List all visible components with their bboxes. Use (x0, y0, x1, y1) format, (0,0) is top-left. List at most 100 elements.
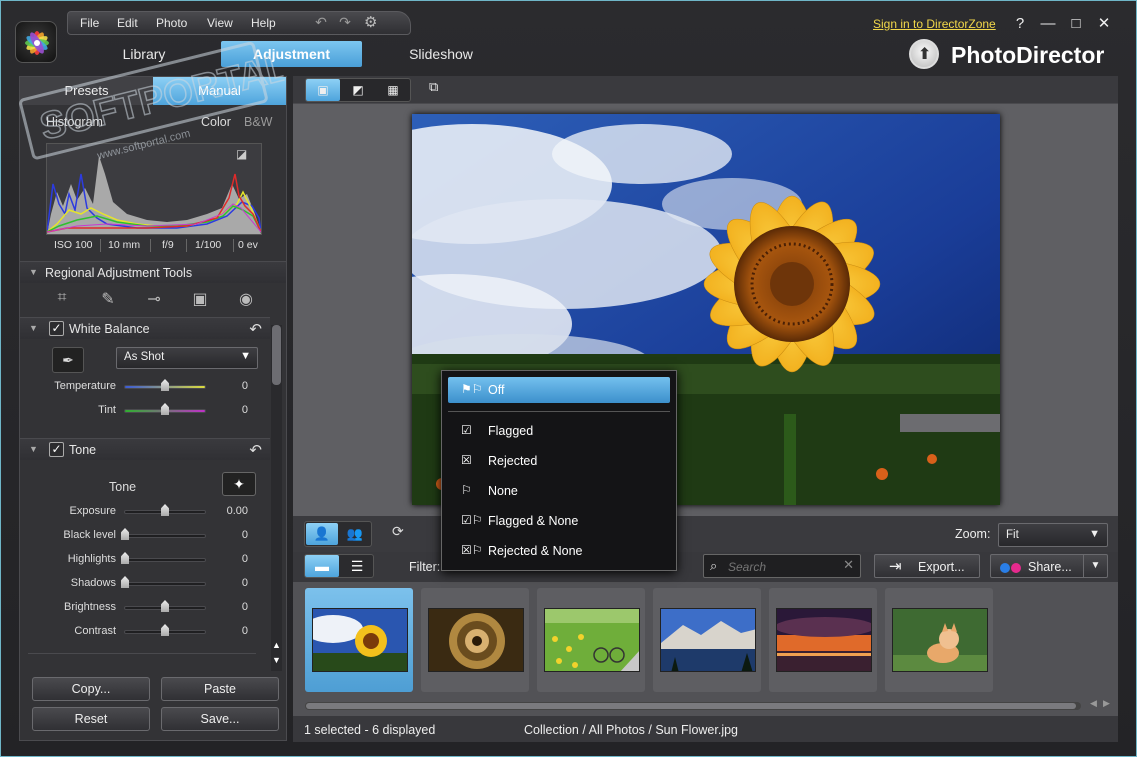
clipping-warning-icon[interactable]: ◪ (236, 147, 256, 163)
flag-option-off[interactable]: ⚑⚐ Off (448, 377, 670, 403)
slider-thumb[interactable] (121, 528, 129, 540)
copy-button[interactable]: Copy... (32, 677, 150, 701)
chevron-down-icon[interactable]: ▼ (1083, 555, 1107, 577)
white-balance-select[interactable]: As Shot ▼ (116, 347, 258, 369)
upload-arrow-icon[interactable]: ⬆ (909, 39, 939, 69)
app-window: File Edit Photo View Help ↶ ↷ ⚙ Sign in … (0, 0, 1137, 757)
radial-icon[interactable]: ▣ (188, 289, 212, 311)
flag-option-rejected[interactable]: ☒ Rejected (448, 448, 670, 474)
slider-thumb[interactable] (161, 624, 169, 636)
slider-track[interactable] (124, 582, 206, 586)
list-view-group: ▬ ☰ (304, 554, 374, 578)
single-view-icon[interactable]: ▣ (306, 79, 340, 101)
menu-edit[interactable]: Edit (117, 16, 138, 30)
scroll-left-icon[interactable]: ◀ (1090, 698, 1097, 709)
collapse-arrow-icon[interactable]: ▼ (29, 444, 38, 454)
section-regional-tools[interactable]: ▼ Regional Adjustment Tools (20, 261, 286, 283)
menu-view[interactable]: View (207, 16, 233, 30)
minimize-button[interactable]: — (1037, 13, 1059, 35)
thumbnail-cat[interactable] (885, 588, 993, 692)
thumbnail-sunflower[interactable] (305, 588, 413, 692)
slider-value: 0.00 (226, 505, 248, 517)
flag-option-flagged-none[interactable]: ☑⚐ Flagged & None (448, 508, 670, 534)
scrollbar-thumb[interactable] (272, 325, 281, 385)
brush-icon[interactable]: ✎ (96, 289, 120, 311)
gradient-icon[interactable]: ⊸ (142, 289, 166, 311)
histogram-bw-mode[interactable]: B&W (244, 115, 272, 129)
thumbnail-spiral[interactable] (421, 588, 529, 692)
signin-link[interactable]: Sign in to DirectorZone (873, 17, 996, 31)
scroll-down-icon[interactable]: ▼ (272, 655, 281, 665)
list-view-icon[interactable]: ☰ (340, 555, 374, 577)
share-icon (1000, 563, 1010, 573)
close-button[interactable]: ✕ (1093, 13, 1115, 35)
thumbnail-view-icon[interactable]: ▬ (305, 555, 339, 577)
flag-option-rejected-none[interactable]: ☒⚐ Rejected & None (448, 538, 670, 564)
reset-icon[interactable]: ↶ (249, 441, 262, 459)
reset-icon[interactable]: ↶ (249, 320, 262, 338)
thumbnail-sunset[interactable] (769, 588, 877, 692)
clear-icon[interactable]: ✕ (843, 557, 854, 573)
slider-thumb[interactable] (161, 504, 169, 516)
thumbnail-scrollbar[interactable] (305, 702, 1081, 710)
collapse-arrow-icon[interactable]: ▼ (29, 267, 38, 277)
regional-tools-title: Regional Adjustment Tools (45, 266, 193, 280)
undo-icon[interactable]: ↶ (312, 14, 330, 32)
histogram-color-mode[interactable]: Color (201, 115, 231, 129)
photo-canvas (293, 104, 1118, 516)
thumbnail-bicycle[interactable] (537, 588, 645, 692)
slider-thumb[interactable] (161, 403, 169, 415)
scroll-up-icon[interactable]: ▲ (272, 640, 281, 650)
maximize-button[interactable]: □ (1065, 13, 1087, 35)
slider-thumb[interactable] (121, 576, 129, 588)
slider-thumb[interactable] (121, 552, 129, 564)
gear-icon[interactable]: ⚙ (364, 13, 382, 31)
slider-thumb[interactable] (161, 600, 169, 612)
flag-option-flagged[interactable]: ☑ Flagged (448, 418, 670, 444)
regional-tools-row: ⌗ ✎ ⊸ ▣ ◉ (20, 285, 286, 317)
viewer-toolbar: 👤 👥 ⟳ Zoom: Fit ▼ (293, 516, 1118, 552)
collapse-arrow-icon[interactable]: ▼ (29, 323, 38, 333)
tone-checkbox[interactable]: ✓ (49, 442, 64, 457)
eyedropper-icon[interactable]: ✒ (52, 347, 84, 373)
zoom-select[interactable]: Fit ▼ (998, 523, 1108, 547)
redo-icon[interactable]: ↷ (336, 14, 354, 32)
photo-view-icon[interactable]: ◩ (341, 79, 375, 101)
tab-adjustment[interactable]: Adjustment (221, 41, 362, 67)
slider-track[interactable] (124, 534, 206, 538)
reset-button[interactable]: Reset (32, 707, 150, 731)
section-tone[interactable]: ▼ ✓ Tone ↶ (20, 438, 270, 460)
auto-tone-icon[interactable]: ✦ (222, 472, 256, 496)
panel-scrollbar[interactable] (271, 325, 282, 671)
search-box[interactable]: ⌕ ✕ (703, 554, 861, 578)
tab-library[interactable]: Library (99, 41, 189, 67)
search-input[interactable] (728, 559, 838, 575)
slider-track[interactable] (124, 558, 206, 562)
menu-photo[interactable]: Photo (156, 16, 187, 30)
help-button[interactable]: ? (1009, 13, 1031, 35)
people-icon[interactable]: 👥 (339, 523, 371, 545)
section-white-balance[interactable]: ▼ ✓ White Balance ↶ (20, 317, 270, 339)
save-button[interactable]: Save... (161, 707, 279, 731)
subtab-presets[interactable]: Presets (20, 77, 153, 105)
tab-slideshow[interactable]: Slideshow (393, 41, 489, 67)
thumbnail-mountain[interactable] (653, 588, 761, 692)
scrollbar-thumb[interactable] (306, 703, 1076, 709)
export-button[interactable]: ⇥ Export... (874, 554, 980, 578)
person-icon[interactable]: 👤 (306, 523, 338, 545)
slider-label: Highlights (67, 553, 116, 565)
rotate-icon[interactable]: ⟳ (392, 523, 418, 545)
red-eye-icon[interactable]: ◉ (234, 289, 258, 311)
subtab-manual[interactable]: Manual (153, 77, 286, 105)
crop-icon[interactable]: ⌗ (50, 289, 74, 311)
flag-option-none[interactable]: ⚐ None (448, 478, 670, 504)
paste-button[interactable]: Paste (161, 677, 279, 701)
scroll-right-icon[interactable]: ▶ (1103, 698, 1110, 709)
grid-view-icon[interactable]: ▦ (376, 79, 410, 101)
share-button[interactable]: Share... ▼ (990, 554, 1108, 578)
slider-thumb[interactable] (161, 379, 169, 391)
white-balance-checkbox[interactable]: ✓ (49, 321, 64, 336)
menu-help[interactable]: Help (251, 16, 276, 30)
menu-file[interactable]: File (80, 16, 99, 30)
compare-icon[interactable]: ⧉ (429, 79, 453, 101)
